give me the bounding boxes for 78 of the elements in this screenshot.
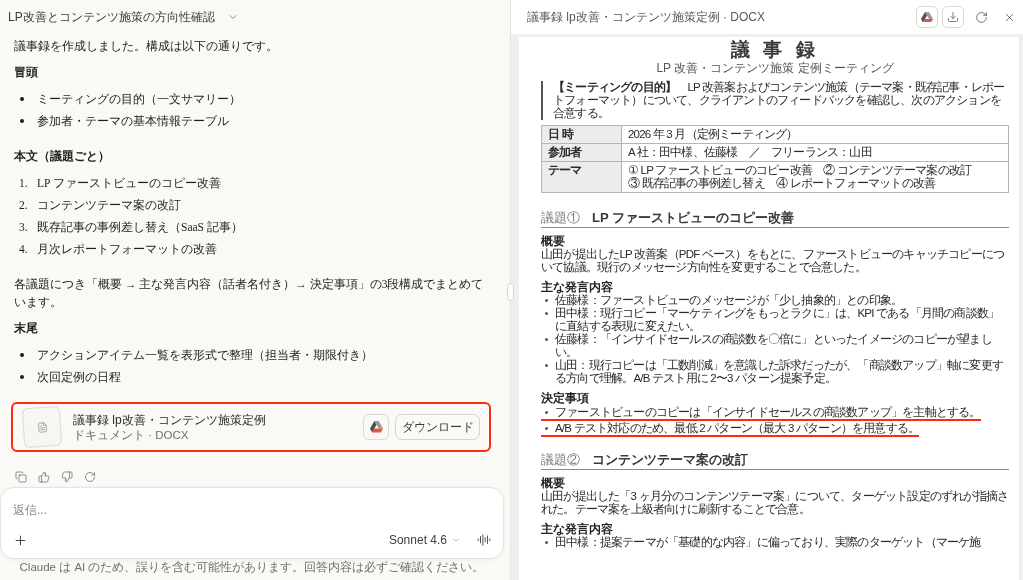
bullet-text: 佐藤様：「インサイドセールスの商談数を〇倍に」といったイメージのコピーが望ましい。: [555, 333, 993, 359]
triangle-logo-icon: [921, 11, 933, 23]
bullet-icon: [545, 411, 548, 414]
table-cell: ① LP ファーストビューのコピー改善 ② コンテンツテーマ案の改訂 ③ 既存記事の事例差し替え ④ レポートフォーマットの改善: [621, 161, 1009, 193]
bullet-text: A/B テスト対応のため、最低 2 パターン（最大 3 パターン）を用意する。: [555, 422, 920, 435]
section-heading: 決定事項: [541, 391, 590, 405]
message-text: 議事録を作成しました。構成は以下の通りです。: [14, 39, 279, 54]
table-cell: A 社：田中様、佐藤様 ／ フリーランス：山田: [621, 143, 1009, 162]
table-header-cell: テーマ: [541, 161, 622, 193]
reply-composer[interactable]: 返信... Sonnet 4.6: [0, 487, 504, 559]
document-subtitle: LP 改善・コンテンツ施策 定例ミーティング: [655, 61, 895, 75]
file-title: 議事録 lp改善・コンテンツ施策定例: [73, 411, 266, 428]
bullet-icon: [545, 541, 548, 544]
list-number: 1.: [19, 176, 29, 191]
file-icon: [36, 421, 48, 433]
section-heading: 冒頭: [14, 65, 39, 80]
agenda-number: 議題②: [541, 451, 580, 469]
agenda-title: LP ファーストビューのコピー改善: [592, 209, 794, 227]
refresh-icon[interactable]: [975, 10, 988, 24]
model-selector[interactable]: Sonnet 4.6: [388, 531, 461, 549]
agenda-number: 議題①: [541, 209, 580, 227]
bullet-icon: [545, 364, 548, 367]
disclaimer-text: Claude は AI のため、誤りを含む可能性があります。回答内容は必ずご確認ください。: [19, 560, 485, 576]
message-text: 各議題につき「概要 → 主な発言内容（話者名付き）→ 決定事項」の3段構成でまとめています。: [14, 277, 484, 310]
bullet-icon: [545, 299, 548, 302]
conversation-title[interactable]: LP改善とコンテンツ施策の方向性確認: [8, 8, 239, 26]
list-number: 3.: [19, 220, 29, 235]
bullet-icon: [20, 119, 24, 123]
bullet-text: 田中様：現行コピー「マーケティングをもっとラクに」は、KPI である「月間の商談数」に直結する表現に変えたい。: [555, 307, 1001, 333]
list-number: 4.: [19, 242, 29, 257]
copy-icon[interactable]: [15, 471, 27, 483]
thumbs-up-icon[interactable]: [38, 471, 50, 483]
download-icon: [947, 11, 959, 23]
save-to-drive-button[interactable]: [916, 6, 938, 28]
list-item-text: 次回定例の日程: [37, 370, 121, 385]
bullet-text: ファーストビューのコピーは「インサイドセールスの商談数アップ」を主軸とする。: [555, 406, 981, 419]
section-heading: 概要: [541, 234, 566, 248]
agenda-title: コンテンツテーマ案の改訂: [592, 451, 748, 469]
list-item-text: 月次レポートフォーマットの改善: [37, 242, 217, 257]
document-title: 議 事 録: [729, 38, 820, 61]
thumbs-down-icon[interactable]: [61, 471, 73, 483]
file-title: 議事録 lp改善・コンテンツ施策定例 · DOCX: [527, 9, 765, 26]
save-to-drive-button[interactable]: [363, 414, 389, 440]
table-cell: 2026 年 3 月（定例ミーティング）: [621, 125, 1009, 144]
section-heading: 末尾: [14, 321, 39, 336]
bullet-text: 山田：現行コピーは「工数削減」を意識した訴求だったが、「商談数アップ」軸に変更する方向で理解。A/B テスト用に 2〜3 パターン提案予定。: [555, 359, 1004, 385]
list-item-text: LP ファーストビューのコピー改善: [37, 176, 221, 191]
list-item-text: 参加者・テーマの基本情報テーブル: [37, 114, 229, 129]
bullet-icon: [20, 97, 24, 101]
section-paragraph: 山田が提出した「3 ヶ月分のコンテンツテーマ案」について、ターゲット設定のずれが指摘された。テーマ案を上級者向けに刷新することで合意。: [541, 490, 1009, 516]
bullet-text: 佐藤様：ファーストビューのメッセージが「少し抽象的」との印象。: [555, 294, 904, 307]
file-card[interactable]: 議事録 lp改善・コンテンツ施策定例 ドキュメント · DOCX ダウンロード: [11, 402, 491, 452]
section-paragraph: 山田が提出したLP 改善案（PDF ベース）をもとに、ファーストビューのキャッチコピーについて協議。現行のメッセージ方向性を変更することで合意した。: [541, 248, 1006, 274]
bullet-icon: [545, 338, 548, 341]
list-item-text: アクションアイテム一覧を表形式で整理（担当者・期限付き）: [37, 348, 373, 363]
file-type: ドキュメント · DOCX: [73, 427, 190, 443]
chevron-down-icon: [451, 535, 461, 545]
triangle-logo-icon: [369, 421, 383, 433]
bullet-text: 田中様：提案テーマが「基礎的な内容」に偏っており、実際のターゲット（マーケ施: [555, 536, 982, 549]
section-heading: 概要: [541, 476, 566, 490]
list-item-text: コンテンツテーマ案の改訂: [37, 198, 181, 213]
section-heading: 本文（議題ごと）: [14, 149, 111, 165]
reply-input[interactable]: 返信...: [13, 500, 491, 520]
section-heading: 主な発言内容: [541, 280, 614, 294]
section-heading: 主な発言内容: [541, 522, 613, 536]
table-header-cell: 日 時: [541, 125, 622, 144]
bullet-icon: [545, 427, 548, 430]
retry-icon[interactable]: [84, 471, 96, 483]
bullet-icon: [545, 312, 548, 315]
list-item-text: 既存記事の事例差し替え（SaaS 記事）: [37, 220, 243, 235]
voice-icon[interactable]: [477, 533, 491, 547]
list-number: 2.: [19, 198, 29, 213]
list-item-text: ミーティングの目的（一文サマリー）: [37, 92, 241, 107]
purpose-note: 【ミーティングの目的】 LP 改善案およびコンテンツ施策（テーマ案・既存記事・レポートフォーマット）について、クライアントのフィードバックを確認し、次のアクションを合意する。: [541, 81, 1009, 120]
bullet-icon: [20, 375, 24, 379]
bullet-icon: [20, 353, 24, 357]
add-icon[interactable]: [13, 532, 28, 548]
download-button[interactable]: ダウンロード: [395, 414, 480, 440]
